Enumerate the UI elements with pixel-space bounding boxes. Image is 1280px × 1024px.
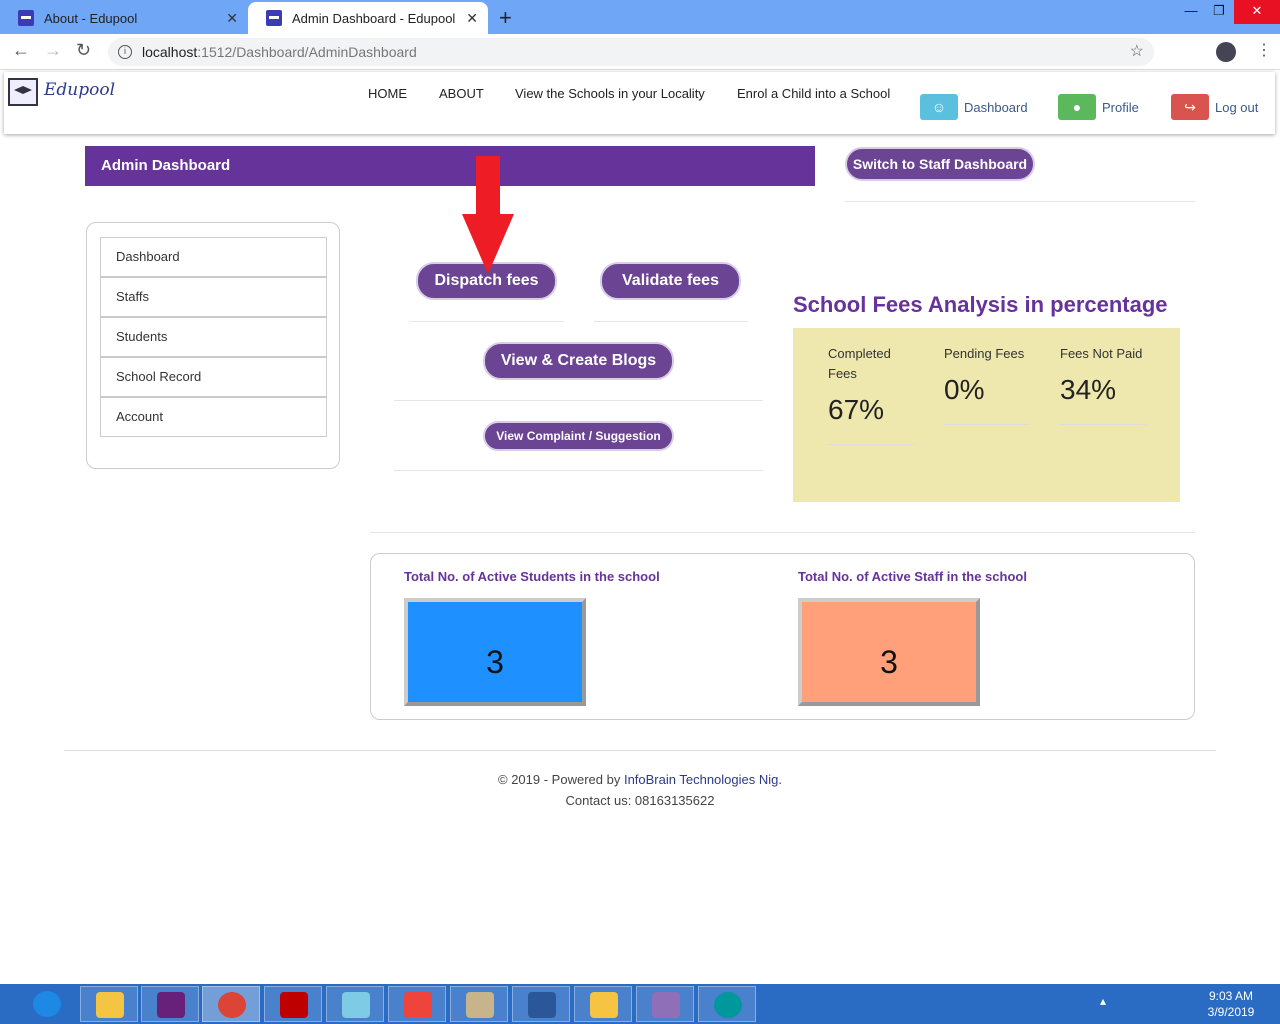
address-bar[interactable]: i localhost:1512/Dashboard/AdminDashboar… [108,38,1154,66]
system-clock[interactable]: 9:03 AM 3/9/2019 [1196,988,1266,1020]
edupool-logo-icon[interactable] [8,78,38,106]
divider [845,201,1195,202]
nav-about[interactable]: ABOUT [439,86,484,101]
tab-title: About - Edupool [44,10,138,26]
word-icon[interactable] [512,986,570,1022]
footer-contact: Contact us: 08163135622 [565,793,715,808]
not-paid-fees-value: 34% [1060,374,1117,405]
pending-fees-value: 0% [944,374,985,405]
bookmark-star-icon[interactable]: ☆ [1130,38,1144,66]
switch-staff-dashboard-button[interactable]: Switch to Staff Dashboard [845,147,1035,181]
students-count-box: 3 [404,598,586,706]
view-complaint-button[interactable]: View Complaint / Suggestion [483,421,674,451]
counts-panel: Total No. of Active Students in the scho… [370,553,1195,720]
notes-app-icon[interactable] [326,986,384,1022]
paint-icon[interactable] [450,986,508,1022]
tab-about[interactable]: About - Edupool ✕ [0,2,248,34]
pending-fees-label: Pending Fees [944,346,1025,361]
browser-menu-icon[interactable]: ⋮ [1256,40,1272,60]
tab-title: Admin Dashboard - Edupool [292,10,456,26]
company-link[interactable]: InfoBrain Technologies Nig. [624,772,782,787]
nav-enrol-child[interactable]: Enrol a Child into a School [737,86,890,101]
completed-fees-label: Completed Fees [828,346,891,381]
logout-label: Log out [1215,99,1259,115]
close-tab-icon[interactable]: ✕ [226,10,238,27]
url-path: :1512/Dashboard/AdminDashboard [197,44,417,60]
staff-count-label: Total No. of Active Staff in the school [798,569,1027,584]
forward-button[interactable]: → [44,40,62,61]
pending-fees-stat: Pending Fees 0% [944,344,1030,425]
fees-analysis-title: School Fees Analysis in percentage [793,292,1168,317]
sidebar: Dashboard Staffs Students School Record … [86,222,340,469]
page-title: Admin Dashboard [85,146,815,186]
staff-count-box: 3 [798,598,980,706]
info-icon[interactable]: i [118,45,132,59]
tab-admin-dashboard[interactable]: Admin Dashboard - Edupool ✕ [248,2,488,34]
profile-avatar[interactable] [1216,42,1236,62]
new-tab-button[interactable]: + [499,5,512,31]
arduino-icon[interactable] [698,986,756,1022]
not-paid-fees-label: Fees Not Paid [1060,346,1143,361]
dashboard-label: Dashboard [964,99,1028,115]
browser-tab-strip: About - Edupool ✕ Admin Dashboard - Edup… [0,0,1280,34]
profile-label: Profile [1102,99,1139,115]
site-header: Edupool HOME ABOUT View the Schools in y… [4,72,1275,134]
maximize-button[interactable]: ❐ [1204,0,1234,24]
divider [370,532,1195,533]
students-count-label: Total No. of Active Students in the scho… [404,569,660,584]
internet-explorer-icon[interactable] [18,986,76,1022]
dashboard-icon: ☺ [920,94,958,120]
nav-view-schools[interactable]: View the Schools in your Locality [515,86,705,101]
file-explorer-icon[interactable] [80,986,138,1022]
fees-analysis-panel: Completed Fees 67% Pending Fees 0% Fees … [793,328,1180,502]
sidebar-item-students[interactable]: Students [100,317,327,357]
edupool-favicon-icon [18,10,34,26]
sidebar-item-account[interactable]: Account [100,397,327,437]
visual-studio-icon[interactable] [141,986,199,1022]
nav-home[interactable]: HOME [368,86,407,101]
sidebar-item-staffs[interactable]: Staffs [100,277,327,317]
user-icon: ● [1058,94,1096,120]
view-create-blogs-button[interactable]: View & Create Blogs [483,342,674,380]
tray-expand-icon[interactable]: ▴ [1100,994,1106,1008]
completed-fees-value: 67% [828,394,885,425]
edupool-favicon-icon [266,10,282,26]
clock-time: 9:03 AM [1208,989,1254,1003]
filezilla-icon[interactable] [264,986,322,1022]
reload-button[interactable]: ↻ [76,40,91,61]
divider [828,444,914,445]
sidebar-item-dashboard[interactable]: Dashboard [100,237,327,277]
logout-icon: ↪ [1171,94,1209,120]
chrome-icon[interactable] [202,986,260,1022]
minimize-button[interactable]: — [1176,0,1206,24]
browser-toolbar: ← → ↻ i localhost:1512/Dashboard/AdminDa… [0,34,1280,70]
validate-fees-button[interactable]: Validate fees [600,262,741,300]
site-logo[interactable]: Edupool [44,80,115,100]
mail-icon[interactable] [574,986,632,1022]
dashboard-button[interactable]: ☺ Dashboard [920,94,1028,120]
divider [1060,424,1146,425]
divider [394,470,763,471]
sidebar-item-school-record[interactable]: School Record [100,357,327,397]
red-arrow-annotation [462,156,514,274]
presentation-app-icon[interactable] [636,986,694,1022]
anydesk-icon[interactable] [388,986,446,1022]
clock-date: 3/9/2019 [1207,1005,1255,1019]
divider [944,424,1030,425]
footer-prefix: © 2019 - Powered by [498,772,624,787]
completed-fees-stat: Completed Fees 67% [828,344,914,445]
back-button[interactable]: ← [12,40,30,61]
footer-powered-by: © 2019 - Powered by InfoBrain Technologi… [0,772,1280,787]
close-tab-icon[interactable]: ✕ [466,10,478,27]
url-host: localhost [142,44,198,60]
divider [594,321,748,322]
logout-button[interactable]: ↪ Log out [1171,94,1258,120]
windows-taskbar: ▴ 9:03 AM 3/9/2019 [0,984,1280,1024]
profile-button[interactable]: ● Profile [1058,94,1139,120]
close-window-button[interactable]: ✕ [1234,0,1280,24]
footer-divider [64,750,1216,751]
not-paid-fees-stat: Fees Not Paid 34% [1060,344,1146,425]
divider [409,321,564,322]
divider [394,400,763,401]
